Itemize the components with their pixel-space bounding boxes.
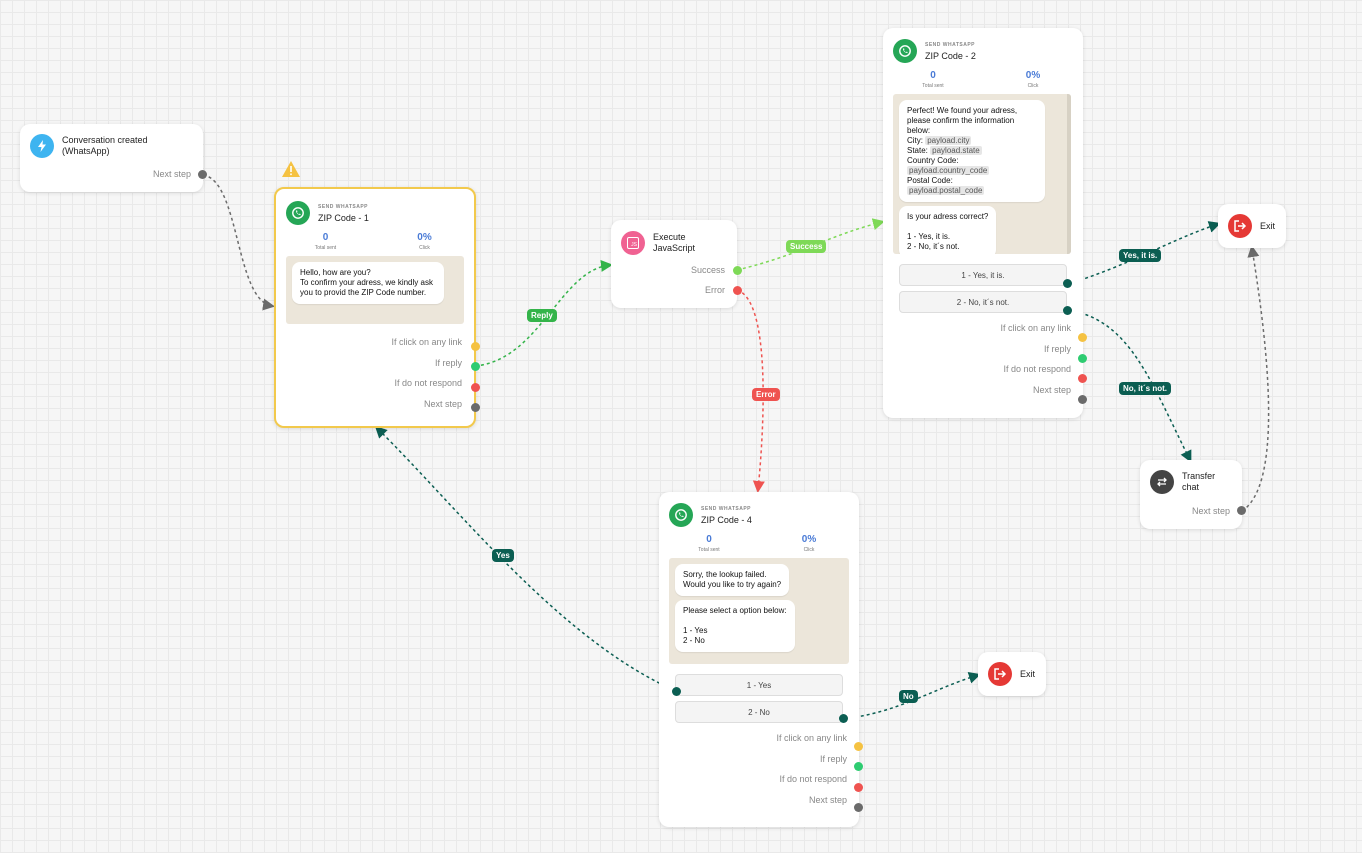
transfer-next-port[interactable]	[1237, 506, 1246, 515]
transfer-icon	[1150, 470, 1174, 494]
message-bubble-options: Please select a option below: 1 - Yes 2 …	[675, 600, 795, 652]
total-sent-value: 0	[322, 232, 329, 243]
edge-label-reply: Reply	[527, 309, 557, 322]
edge-label-yes-it-is: Yes, it is.	[1119, 249, 1162, 262]
node-name: ZIP Code - 1	[318, 213, 369, 223]
click-value: 0%	[801, 534, 817, 545]
node-name: ZIP Code - 2	[925, 51, 976, 61]
whatsapp-icon	[286, 201, 310, 225]
edge-label-no: No	[899, 690, 918, 703]
js-title: Execute JavaScript	[653, 232, 696, 253]
exit-node-top[interactable]: Exit	[1218, 204, 1286, 248]
port-no-respond: If do not respond	[779, 774, 847, 785]
port-next-step: Next step	[423, 398, 462, 409]
transfer-chat-node[interactable]: Transfer chat Next step	[1140, 460, 1242, 529]
exit-title: Exit	[1020, 668, 1036, 679]
total-sent-label: Total sent	[698, 547, 720, 553]
zip4-no-respond-port[interactable]	[854, 783, 863, 792]
zip2-link-port[interactable]	[1078, 333, 1087, 342]
zip2-option2-port[interactable]	[1063, 306, 1072, 315]
node-type: SEND WHATSAPP	[318, 204, 369, 210]
port-click-link: If click on any link	[391, 337, 462, 348]
zip4-link-port[interactable]	[854, 742, 863, 751]
total-sent-value: 0	[930, 70, 936, 81]
exit-icon	[988, 662, 1012, 686]
js-error-port[interactable]	[733, 286, 742, 295]
port-next-step: Next step	[808, 794, 847, 805]
transfer-next-label: Next step	[1191, 506, 1230, 516]
zip4-option2-port[interactable]	[839, 714, 848, 723]
warning-icon	[282, 161, 300, 182]
trigger-title: Conversation created (WhatsApp)	[62, 135, 148, 156]
edge-label-error: Error	[752, 388, 780, 401]
edge-label-no-its-not: No, it´s not.	[1119, 382, 1171, 395]
option-no-its-not[interactable]: 2 - No, it´s not.	[899, 291, 1067, 313]
option-yes[interactable]: 1 - Yes	[675, 674, 843, 696]
node-name: ZIP Code - 4	[701, 515, 752, 525]
port-no-respond: If do not respond	[394, 378, 462, 389]
zip2-next-port[interactable]	[1078, 395, 1087, 404]
js-error-label: Error	[705, 285, 725, 295]
node-type: SEND WHATSAPP	[925, 42, 976, 48]
zip1-reply-port[interactable]	[471, 362, 480, 371]
click-label: Click	[803, 547, 815, 553]
port-reply: If reply	[819, 753, 847, 764]
execute-javascript-node[interactable]: JS Execute JavaScript Success Error	[611, 220, 737, 308]
edge-label-yes: Yes	[492, 549, 514, 562]
port-reply: If reply	[1043, 343, 1071, 354]
scrollbar[interactable]	[1067, 94, 1071, 254]
option-no[interactable]: 2 - No	[675, 701, 843, 723]
zip2-reply-port[interactable]	[1078, 354, 1087, 363]
zip1-no-respond-port[interactable]	[471, 383, 480, 392]
node-type: SEND WHATSAPP	[701, 506, 752, 512]
js-success-label: Success	[690, 265, 725, 275]
js-success-port[interactable]	[733, 266, 742, 275]
message-bubble: Hello, how are you? To confirm your adre…	[292, 262, 444, 304]
trigger-next-label: Next step	[152, 169, 191, 179]
click-label: Click	[1027, 83, 1039, 89]
zip-code-2-node[interactable]: SEND WHATSAPP ZIP Code - 2 0 Total sent 0…	[883, 28, 1083, 418]
click-value: 0%	[417, 232, 432, 243]
message-preview[interactable]: Perfect! We found your adress, please co…	[893, 94, 1071, 254]
whatsapp-icon	[893, 39, 917, 63]
total-sent-label: Total sent	[314, 245, 337, 251]
zip4-reply-port[interactable]	[854, 762, 863, 771]
exit-icon	[1228, 214, 1252, 238]
total-sent-value: 0	[706, 534, 712, 545]
zip4-option1-port[interactable]	[672, 687, 681, 696]
port-no-respond: If do not respond	[1003, 364, 1071, 375]
port-click-link: If click on any link	[776, 733, 847, 744]
option-yes-it-is[interactable]: 1 - Yes, it is.	[899, 264, 1067, 286]
message-bubble-question: Is your adress correct? 1 - Yes, it is. …	[899, 206, 997, 254]
zip4-next-port[interactable]	[854, 803, 863, 812]
exit-node-bottom[interactable]: Exit	[978, 652, 1046, 696]
trigger-node[interactable]: Conversation created (WhatsApp) Next ste…	[20, 124, 203, 192]
total-sent-label: Total sent	[922, 83, 944, 89]
zip1-link-port[interactable]	[471, 342, 480, 351]
message-bubble: Sorry, the lookup failed. Would you like…	[675, 564, 790, 596]
edge-transfer-to-exit	[1241, 245, 1270, 512]
exit-title: Exit	[1260, 220, 1276, 231]
message-preview: Sorry, the lookup failed. Would you like…	[669, 558, 849, 664]
edge-label-success: Success	[786, 240, 827, 253]
whatsapp-icon	[669, 503, 693, 527]
javascript-icon: JS	[621, 231, 645, 255]
edge-zip4-yes-to-zip1	[374, 425, 677, 692]
port-click-link: If click on any link	[1000, 323, 1071, 334]
zip-code-1-node[interactable]: SEND WHATSAPP ZIP Code - 1 0 Total sent 0…	[274, 187, 476, 428]
port-reply: If reply	[434, 357, 462, 368]
message-bubble: Perfect! We found your adress, please co…	[899, 100, 1045, 202]
transfer-title: Transfer chat	[1182, 471, 1216, 492]
click-label: Click	[419, 245, 430, 251]
port-next-step: Next step	[1032, 384, 1071, 395]
trigger-next-port[interactable]	[198, 170, 207, 179]
zip2-option1-port[interactable]	[1063, 279, 1072, 288]
message-preview: Hello, how are you? To confirm your adre…	[286, 256, 464, 324]
bolt-icon	[30, 134, 54, 158]
zip1-next-port[interactable]	[471, 403, 480, 412]
zip-code-4-node[interactable]: SEND WHATSAPP ZIP Code - 4 0 Total sent 0…	[659, 492, 859, 827]
zip2-no-respond-port[interactable]	[1078, 374, 1087, 383]
edge-trigger-to-zip1	[202, 174, 275, 311]
click-value: 0%	[1025, 70, 1041, 81]
